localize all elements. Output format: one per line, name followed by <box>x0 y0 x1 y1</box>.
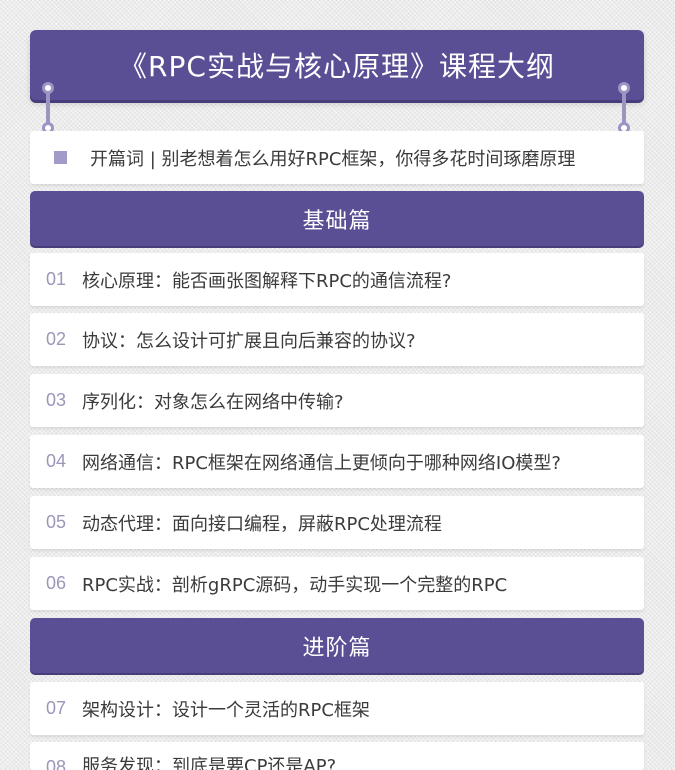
section-banner-basic: 基础篇 <box>30 191 644 246</box>
item-number: 07 <box>46 698 67 718</box>
course-title: 《RPC实战与核心原理》课程大纲 <box>119 50 555 83</box>
item-title: 服务发现：到底是要CP还是AP? <box>82 756 337 770</box>
item-number: 03 <box>46 390 67 410</box>
list-item[interactable]: 08 服务发现：到底是要CP还是AP? <box>30 742 644 770</box>
list-item[interactable]: 01 核心原理：能否画张图解释下RPC的通信流程? <box>30 253 644 306</box>
intro-text: 开篇词 | 别老想着怎么用好RPC框架，你得多花时间琢磨原理 <box>90 148 576 170</box>
left-hanger-knob-icon <box>42 82 54 94</box>
list-item[interactable]: 04 网络通信：RPC框架在网络通信上更倾向于哪种网络IO模型? <box>30 435 644 488</box>
intro-row[interactable]: 开篇词 | 别老想着怎么用好RPC框架，你得多花时间琢磨原理 <box>30 131 644 184</box>
item-title: 核心原理：能否画张图解释下RPC的通信流程? <box>82 270 452 292</box>
course-title-banner: 《RPC实战与核心原理》课程大纲 <box>30 30 644 100</box>
list-item[interactable]: 07 架构设计：设计一个灵活的RPC框架 <box>30 682 644 735</box>
item-number: 05 <box>46 512 67 532</box>
item-title: 架构设计：设计一个灵活的RPC框架 <box>82 699 370 721</box>
item-title: RPC实战：剖析gRPC源码，动手实现一个完整的RPC <box>82 574 508 596</box>
item-number: 02 <box>46 329 67 349</box>
item-title: 序列化：对象怎么在网络中传输? <box>82 391 344 413</box>
item-number: 04 <box>46 451 67 471</box>
item-title: 网络通信：RPC框架在网络通信上更倾向于哪种网络IO模型? <box>82 452 561 474</box>
section-label: 基础篇 <box>302 208 372 234</box>
item-number: 01 <box>46 269 67 289</box>
item-number: 08 <box>46 757 67 770</box>
square-bullet-icon <box>54 151 67 164</box>
item-title: 动态代理：面向接口编程，屏蔽RPC处理流程 <box>82 513 442 535</box>
list-item[interactable]: 05 动态代理：面向接口编程，屏蔽RPC处理流程 <box>30 496 644 549</box>
item-number: 06 <box>46 573 67 593</box>
list-item[interactable]: 02 协议：怎么设计可扩展且向后兼容的协议? <box>30 313 644 366</box>
list-item[interactable]: 03 序列化：对象怎么在网络中传输? <box>30 374 644 427</box>
section-label: 进阶篇 <box>302 635 372 661</box>
list-item[interactable]: 06 RPC实战：剖析gRPC源码，动手实现一个完整的RPC <box>30 557 644 610</box>
right-hanger-knob-icon <box>618 82 630 94</box>
section-banner-advanced: 进阶篇 <box>30 618 644 673</box>
item-title: 协议：怎么设计可扩展且向后兼容的协议? <box>82 330 416 352</box>
